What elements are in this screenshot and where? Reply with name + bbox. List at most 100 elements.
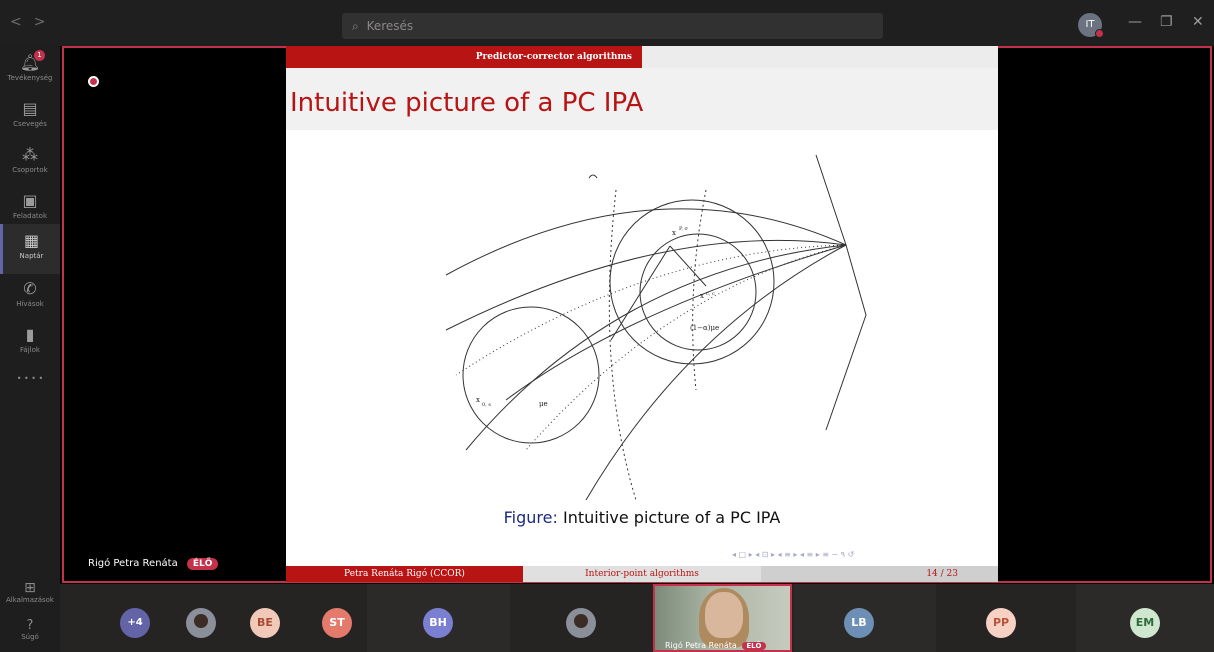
central-path-upper xyxy=(465,244,847,451)
rail-label: Súgó xyxy=(21,633,39,641)
label-x-predictor: x xyxy=(672,229,676,237)
teams-icon: ⁂ xyxy=(22,145,38,164)
apps-icon: ⊞ xyxy=(24,580,36,596)
title-bar: <> ⌕ Keresés IT — ❐ ✕ xyxy=(0,0,1214,46)
footer-page: 14 / 23 xyxy=(761,566,998,582)
maximize-icon[interactable]: ❐ xyxy=(1160,14,1173,30)
status-dot xyxy=(1095,29,1104,38)
predictor-step xyxy=(610,245,671,341)
help-icon: ? xyxy=(26,618,34,633)
participant-avatar[interactable]: BH xyxy=(423,608,453,638)
dotted-path-1 xyxy=(455,244,847,376)
rail-label: Feladatok xyxy=(13,212,47,220)
caption-prefix: Figure: xyxy=(503,508,558,527)
app-rail: 🔔︎ 1 Tevékenység ▤ Csevegés ⁂ Csoportok … xyxy=(0,46,60,652)
presenter-video-tile[interactable]: Rigó Petra Renáta ÉLŐ xyxy=(653,584,792,652)
rail-label: Alkalmazások xyxy=(6,596,54,604)
rail-item-calls[interactable]: ✆ Hívások xyxy=(0,272,60,322)
label-x-corrector: x xyxy=(700,292,704,300)
rail-item-teams[interactable]: ⁂ Csoportok xyxy=(0,138,60,188)
calendar-icon: ▦ xyxy=(23,231,40,250)
search-icon: ⌕ xyxy=(352,19,359,33)
rail-label: Csevegés xyxy=(13,120,47,128)
rail-item-files[interactable]: ▮ Fájlok xyxy=(0,318,60,368)
more-apps-icon[interactable]: • • • • xyxy=(0,374,60,383)
rail-item-calendar[interactable]: ▦ Naptár xyxy=(0,224,60,274)
label-x-corrector-sup: c, c xyxy=(706,291,715,297)
rail-item-apps[interactable]: ⊞ Alkalmazások xyxy=(0,580,60,604)
participant-tile[interactable]: EM xyxy=(1076,584,1214,652)
search-placeholder: Keresés xyxy=(366,19,414,33)
participant-tile[interactable]: PP xyxy=(936,584,1076,652)
dotted-arc-left xyxy=(608,189,637,500)
assignments-icon: ▣ xyxy=(22,191,38,210)
neighbourhood-circle-outer xyxy=(609,199,775,365)
pc-ipa-figure: x P, σ x c, c (1−α)μe μe x 0, s xyxy=(445,154,867,500)
beamer-nav-symbols: ◂ □ ▸ ◂ ⊡ ▸ ◂ ≡ ▸ ◂ ≡ ▸ ≡ ∽ ۹ ↺ xyxy=(732,550,855,559)
outer-arc-bottom xyxy=(585,244,847,500)
participant-photo-avatar[interactable] xyxy=(566,608,596,638)
participant-avatar[interactable]: EM xyxy=(1130,608,1160,638)
chat-icon: ▤ xyxy=(22,99,38,118)
neighbourhood-circle-inner xyxy=(639,233,757,351)
dotted-arc-right xyxy=(692,189,707,391)
label-x-start: x xyxy=(476,396,480,404)
recording-icon xyxy=(88,76,99,87)
rail-label: Tevékenység xyxy=(7,74,53,82)
shared-slide: Predictor-corrector algorithms Intuitive… xyxy=(286,46,998,582)
profile-avatar[interactable]: IT xyxy=(1078,13,1104,38)
video-name-label: Rigó Petra Renáta ÉLŐ xyxy=(665,641,766,650)
rail-item-activity[interactable]: 🔔︎ 1 Tevékenység xyxy=(0,46,60,96)
participant-avatar[interactable]: PP xyxy=(986,608,1016,638)
label-one-minus-alpha: (1−α)μe xyxy=(690,324,719,332)
rail-item-chat[interactable]: ▤ Csevegés xyxy=(0,92,60,142)
figure-caption: Figure: Intuitive picture of a PC IPA xyxy=(286,508,998,527)
rail-item-help[interactable]: ? Súgó xyxy=(0,618,60,641)
activity-badge: 1 xyxy=(34,50,45,61)
corrector-step xyxy=(669,245,707,287)
back-arrow-icon[interactable]: < xyxy=(10,14,34,30)
label-mu-e: μe xyxy=(539,400,548,408)
teams-window: <> ⌕ Keresés IT — ❐ ✕ 🔔︎ 1 Tevékenység ▤… xyxy=(0,0,1214,652)
rail-label: Fájlok xyxy=(20,346,40,354)
bell-icon: 🔔︎ xyxy=(19,53,41,72)
neighbourhood-circle-left xyxy=(462,306,600,444)
caption-text: Intuitive picture of a PC IPA xyxy=(562,508,781,527)
slide-section-title: Predictor-corrector algorithms xyxy=(286,46,642,68)
label-x-predictor-sup: P, σ xyxy=(679,226,689,232)
profile-initials: IT xyxy=(1085,19,1095,30)
participant-strip: +4 BE ST BH Rigó Petra Renáta ÉLŐ LB PP … xyxy=(60,584,1214,652)
rail-label: Csoportok xyxy=(12,166,48,174)
participant-avatar[interactable]: ST xyxy=(322,608,352,638)
overflow-avatar[interactable]: +4 xyxy=(120,608,150,638)
boundary-right xyxy=(815,154,867,431)
outer-arc-top xyxy=(445,208,847,276)
minimize-icon[interactable]: — xyxy=(1128,14,1142,30)
participant-group-tile[interactable]: +4 BE ST xyxy=(60,584,367,652)
search-input[interactable]: ⌕ Keresés xyxy=(342,13,883,39)
live-badge: ÉLŐ xyxy=(186,558,219,570)
participant-avatar[interactable]: LB xyxy=(844,608,874,638)
presenter-label: Rigó Petra Renáta ÉLŐ xyxy=(88,558,219,570)
cursor-mark xyxy=(588,174,598,179)
participant-tile[interactable] xyxy=(510,584,653,652)
meeting-stage: Predictor-corrector algorithms Intuitive… xyxy=(60,46,1214,584)
presenter-video-face xyxy=(705,592,743,638)
participant-avatar[interactable]: BE xyxy=(250,608,280,638)
participant-photo-avatar[interactable] xyxy=(186,608,216,638)
forward-arrow-icon[interactable]: > xyxy=(34,14,58,30)
video-name: Rigó Petra Renáta xyxy=(665,641,737,650)
slide-title: Intuitive picture of a PC IPA xyxy=(290,88,644,118)
footer-title: Interior-point algorithms xyxy=(523,566,761,582)
presenter-name: Rigó Petra Renáta xyxy=(88,558,178,569)
close-icon[interactable]: ✕ xyxy=(1192,14,1204,30)
files-icon: ▮ xyxy=(25,325,35,344)
rail-label: Hívások xyxy=(16,300,44,308)
label-x-start-sup: 0, s xyxy=(482,402,491,408)
phone-icon: ✆ xyxy=(23,279,37,298)
participant-tile[interactable]: BH xyxy=(367,584,510,652)
participant-tile[interactable]: LB xyxy=(794,584,936,652)
rail-label: Naptár xyxy=(19,252,44,260)
video-live-badge: ÉLŐ xyxy=(742,642,766,650)
history-nav: <> xyxy=(10,14,57,30)
